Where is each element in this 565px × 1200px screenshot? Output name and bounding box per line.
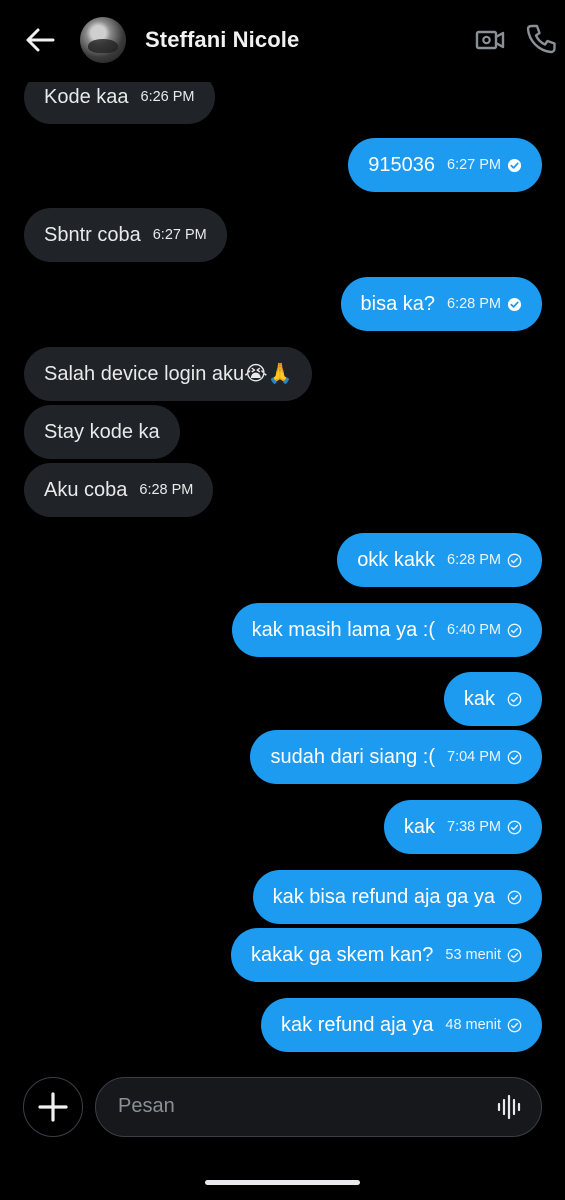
video-camera-icon (475, 30, 505, 50)
message-composer (95, 1077, 542, 1137)
message-time: 6:28 PM (447, 551, 501, 568)
read-check-icon (507, 158, 522, 172)
message-time: 7:38 PM (447, 818, 501, 835)
video-call-button[interactable] (474, 24, 506, 56)
arrow-left-icon (26, 28, 55, 52)
message-time: 53 menit (445, 946, 501, 963)
message-text: kak masih lama ya :( (251, 619, 435, 641)
outgoing-message[interactable]: sudah dari siang :( 7:04 PM (250, 730, 542, 784)
read-check-icon (507, 297, 522, 311)
phone-icon (526, 24, 556, 54)
message-text: bisa ka? (360, 293, 436, 315)
plus-icon (38, 1092, 68, 1122)
chat-screen: Steffani Nicole Kode kaa 6:26 PM 915036 6:2… (0, 0, 565, 1200)
sent-check-icon (507, 820, 522, 834)
message-text: okk kakk (357, 549, 435, 571)
outgoing-message[interactable]: 915036 6:27 PM (348, 138, 542, 192)
message-time: 6:27 PM (447, 156, 501, 173)
message-time: 6:28 PM (447, 295, 501, 312)
add-attachment-button[interactable] (23, 1077, 83, 1137)
back-button[interactable] (22, 24, 58, 56)
sent-check-icon (507, 948, 522, 962)
message-text: kak bisa refund aja ga ya (272, 886, 495, 908)
sent-check-icon (507, 750, 522, 764)
message-text: kakak ga skem kan? (251, 944, 434, 966)
sent-check-icon (507, 553, 522, 567)
message-time: 6:26 PM (140, 88, 195, 105)
outgoing-message[interactable]: kak masih lama ya :( 6:40 PM (231, 603, 542, 657)
outgoing-message[interactable]: kak 7:38 PM (383, 800, 542, 854)
message-text: kak (463, 688, 495, 710)
message-text: Kode kaa (44, 86, 129, 108)
outgoing-message[interactable]: kak refund aja ya 48 menit (261, 998, 542, 1052)
incoming-message[interactable]: Sbntr coba 6:27 PM (24, 208, 227, 262)
outgoing-message[interactable]: okk kakk 6:28 PM (337, 533, 542, 587)
sent-check-icon (507, 692, 522, 706)
message-text: 915036 (368, 154, 435, 176)
message-text: Salah device login aku😭🙏 (44, 363, 293, 385)
sent-check-icon (507, 1018, 522, 1032)
message-time: 48 menit (445, 1016, 501, 1033)
contact-name[interactable]: Steffani Nicole (145, 27, 299, 53)
voice-waveform-icon (497, 1094, 521, 1120)
incoming-message[interactable]: Stay kode ka (24, 405, 180, 459)
sent-check-icon (507, 890, 522, 904)
outgoing-message[interactable]: kak bisa refund aja ga ya (252, 870, 542, 924)
avatar[interactable] (80, 17, 126, 63)
outgoing-message[interactable]: bisa ka? 6:28 PM (340, 277, 542, 331)
message-text: kak (403, 816, 435, 838)
home-indicator[interactable] (205, 1180, 360, 1185)
message-text: Stay kode ka (44, 421, 160, 443)
voice-call-button[interactable] (524, 22, 558, 56)
message-text: Aku coba (44, 479, 128, 501)
message-time: 6:40 PM (447, 621, 501, 638)
voice-message-button[interactable] (496, 1094, 522, 1120)
incoming-message[interactable]: Aku coba 6:28 PM (24, 463, 214, 517)
message-text: Sbntr coba (44, 224, 141, 246)
sent-check-icon (507, 623, 522, 637)
message-time: 6:27 PM (152, 226, 207, 243)
incoming-message[interactable]: Salah device login aku😭🙏 (24, 347, 313, 401)
message-time: 6:28 PM (139, 481, 194, 498)
outgoing-message[interactable]: kak (443, 672, 542, 726)
message-text: sudah dari siang :( (270, 746, 435, 768)
message-input[interactable] (118, 1078, 478, 1135)
message-text: kak refund aja ya (281, 1014, 434, 1036)
message-time: 7:04 PM (447, 748, 501, 765)
outgoing-message[interactable]: kakak ga skem kan? 53 menit (231, 928, 542, 982)
chat-header: Steffani Nicole (0, 0, 565, 82)
